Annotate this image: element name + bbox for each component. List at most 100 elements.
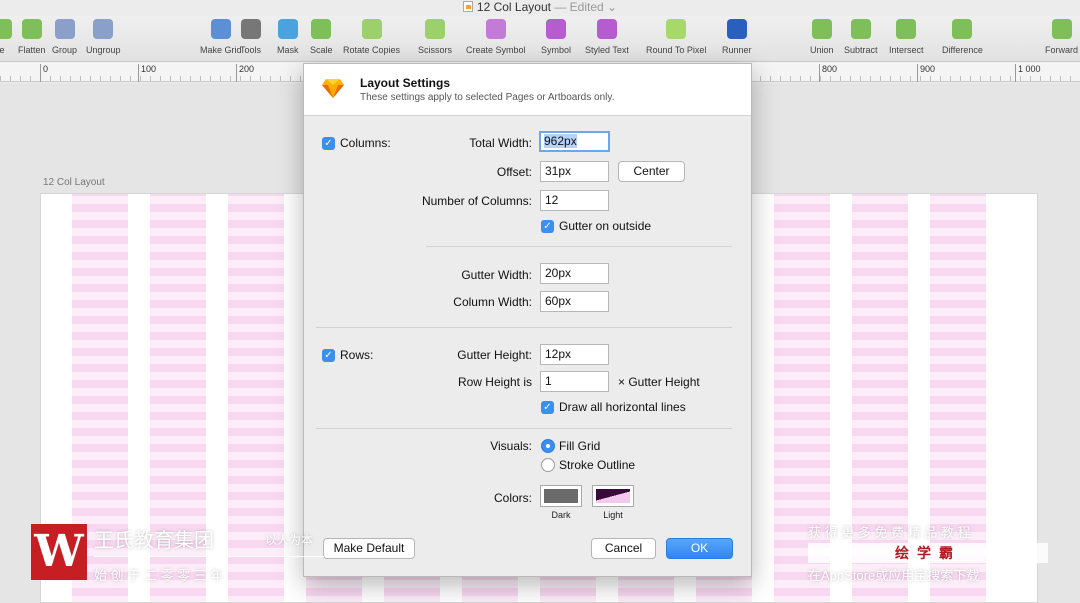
ruler-mark: 0 [40,64,48,82]
toolbar-scale-button[interactable]: Scale [310,19,333,55]
toolbar-item-label: Create Symbol [466,45,526,55]
toolbar-item-label: Intersect [889,45,924,55]
watermark-brand: 绘学霸 [808,543,1048,563]
toolbar-item-label: Group [52,45,78,55]
ruler-mark: 900 [917,64,935,82]
light-caption: Light [603,510,623,520]
ungroup-icon [93,19,114,39]
separator [316,428,732,429]
make-default-button[interactable]: Make Default [323,538,415,559]
toolbar-tools-button[interactable]: Tools [240,19,261,55]
draw-lines-checkbox[interactable]: ✓ [541,401,554,414]
toolbar-make-grid-button[interactable]: Make Grid [200,19,242,55]
gutter-width-input[interactable]: 20px [540,263,609,284]
toolbar-union-button[interactable]: Union [810,19,834,55]
chevron-down-icon[interactable]: ⌄ [607,0,617,14]
layout-settings-dialog: Layout Settings These settings apply to … [303,63,752,577]
toolbar-item-label: e [0,45,5,55]
scissors-icon [425,19,445,39]
rotate-copies-icon [361,19,382,39]
toolbar-styled-text-button[interactable]: Styled Text [585,19,629,55]
columns-checkbox[interactable]: ✓ [322,137,335,150]
row-height-suffix: × Gutter Height [618,375,700,389]
dialog-title: Layout Settings [360,76,451,90]
subtract-icon [850,19,871,39]
toolbar-ungroup-button[interactable]: Ungroup [86,19,121,55]
round-to-pixel-icon [666,19,687,39]
dark-color-swatch[interactable] [540,485,582,507]
toolbar-create-symbol-button[interactable]: Create Symbol [466,19,526,55]
toolbar-edit-button[interactable]: e [0,19,12,55]
cancel-button[interactable]: Cancel [591,538,656,559]
toolbar-item-label: Subtract [844,45,878,55]
symbol-icon [546,19,566,39]
mask-icon [277,19,298,39]
visuals-label: Visuals: [490,439,532,453]
rows-label[interactable]: Rows: [340,348,373,362]
colors-label: Colors: [493,491,532,505]
toolbar-item-label: Union [810,45,834,55]
toolbar-group-button[interactable]: Group [52,19,77,55]
toolbar-item-label: Make Grid [200,45,242,55]
fill-grid-label[interactable]: Fill Grid [559,439,600,453]
create-symbol-icon [485,19,506,39]
artboard-label[interactable]: 12 Col Layout [43,177,105,188]
stroke-outline-radio[interactable] [541,458,555,472]
toolbar-round-to-pixel-button[interactable]: Round To Pixel [646,19,706,55]
row-height-input[interactable]: 1 [540,371,609,392]
edit-icon [0,19,12,39]
toolbar-scissors-button[interactable]: Scissors [418,19,452,55]
light-color-swatch[interactable] [592,485,634,507]
gutter-outside-label[interactable]: Gutter on outside [559,219,651,233]
dialog-header: Layout Settings These settings apply to … [304,64,751,116]
watermark-promo: 获 得 更 多 免 费 精 品 教 程 [808,525,971,540]
gutter-height-input[interactable]: 12px [540,344,609,365]
dark-caption: Dark [551,510,571,520]
ruler-mark: 800 [819,64,837,82]
watermark-founded: 始 创 于 二 零 零 三 年 [94,568,224,583]
toolbar-item-label: Tools [240,45,262,55]
intersect-icon [896,19,917,39]
toolbar-item-label: Scale [310,45,333,55]
number-of-columns-label: Number of Columns: [421,194,532,208]
styled-text-icon [596,19,617,39]
fill-grid-radio[interactable] [541,439,555,453]
rows-checkbox[interactable]: ✓ [322,349,335,362]
toolbar-intersect-button[interactable]: Intersect [889,19,924,55]
toolbar-symbol-button[interactable]: Symbol [541,19,571,55]
watermark-slogan: 以人为本 [265,533,314,547]
edited-status[interactable]: — Edited ⌄ [554,0,617,14]
watermark-download: 在AppStore或应用宝搜索下载 [808,568,980,583]
toolbar-difference-button[interactable]: Difference [942,19,983,55]
forward-icon [1051,19,1072,39]
total-width-input[interactable]: 962px [539,131,610,152]
toolbar-item-label: Ungroup [86,45,121,55]
toolbar-flatten-button[interactable]: Flatten [18,19,46,55]
ok-button[interactable]: OK [666,538,733,559]
stroke-outline-label[interactable]: Stroke Outline [559,458,635,472]
separator [316,327,732,328]
draw-lines-label[interactable]: Draw all horizontal lines [559,400,686,414]
dialog-subtitle: These settings apply to selected Pages o… [360,92,615,103]
offset-input[interactable]: 31px [540,161,609,182]
toolbar-mask-button[interactable]: Mask [277,19,299,55]
union-icon [811,19,832,39]
toolbar-item-label: Mask [277,45,299,55]
number-of-columns-input[interactable]: 12 [540,190,609,211]
gutter-outside-checkbox[interactable]: ✓ [541,220,554,233]
columns-label[interactable]: Columns: [340,136,391,150]
watermark-logo: W [31,524,87,580]
toolbar: e Flatten Group Ungroup Make Grid Tools Mask Sc… [0,16,1080,62]
center-button[interactable]: Center [618,161,685,182]
separator [426,246,732,247]
column-width-input[interactable]: 60px [540,291,609,312]
toolbar-forward-button[interactable]: Forward [1045,19,1078,55]
watermark-divider [94,556,324,557]
toolbar-item-label: Flatten [18,45,46,55]
ruler-mark: 100 [138,64,156,82]
toolbar-rotate-copies-button[interactable]: Rotate Copies [343,19,400,55]
difference-icon [952,19,973,39]
toolbar-subtract-button[interactable]: Subtract [844,19,878,55]
toolbar-runner-button[interactable]: Runner [722,19,752,55]
toolbar-item-label: Scissors [418,45,453,55]
